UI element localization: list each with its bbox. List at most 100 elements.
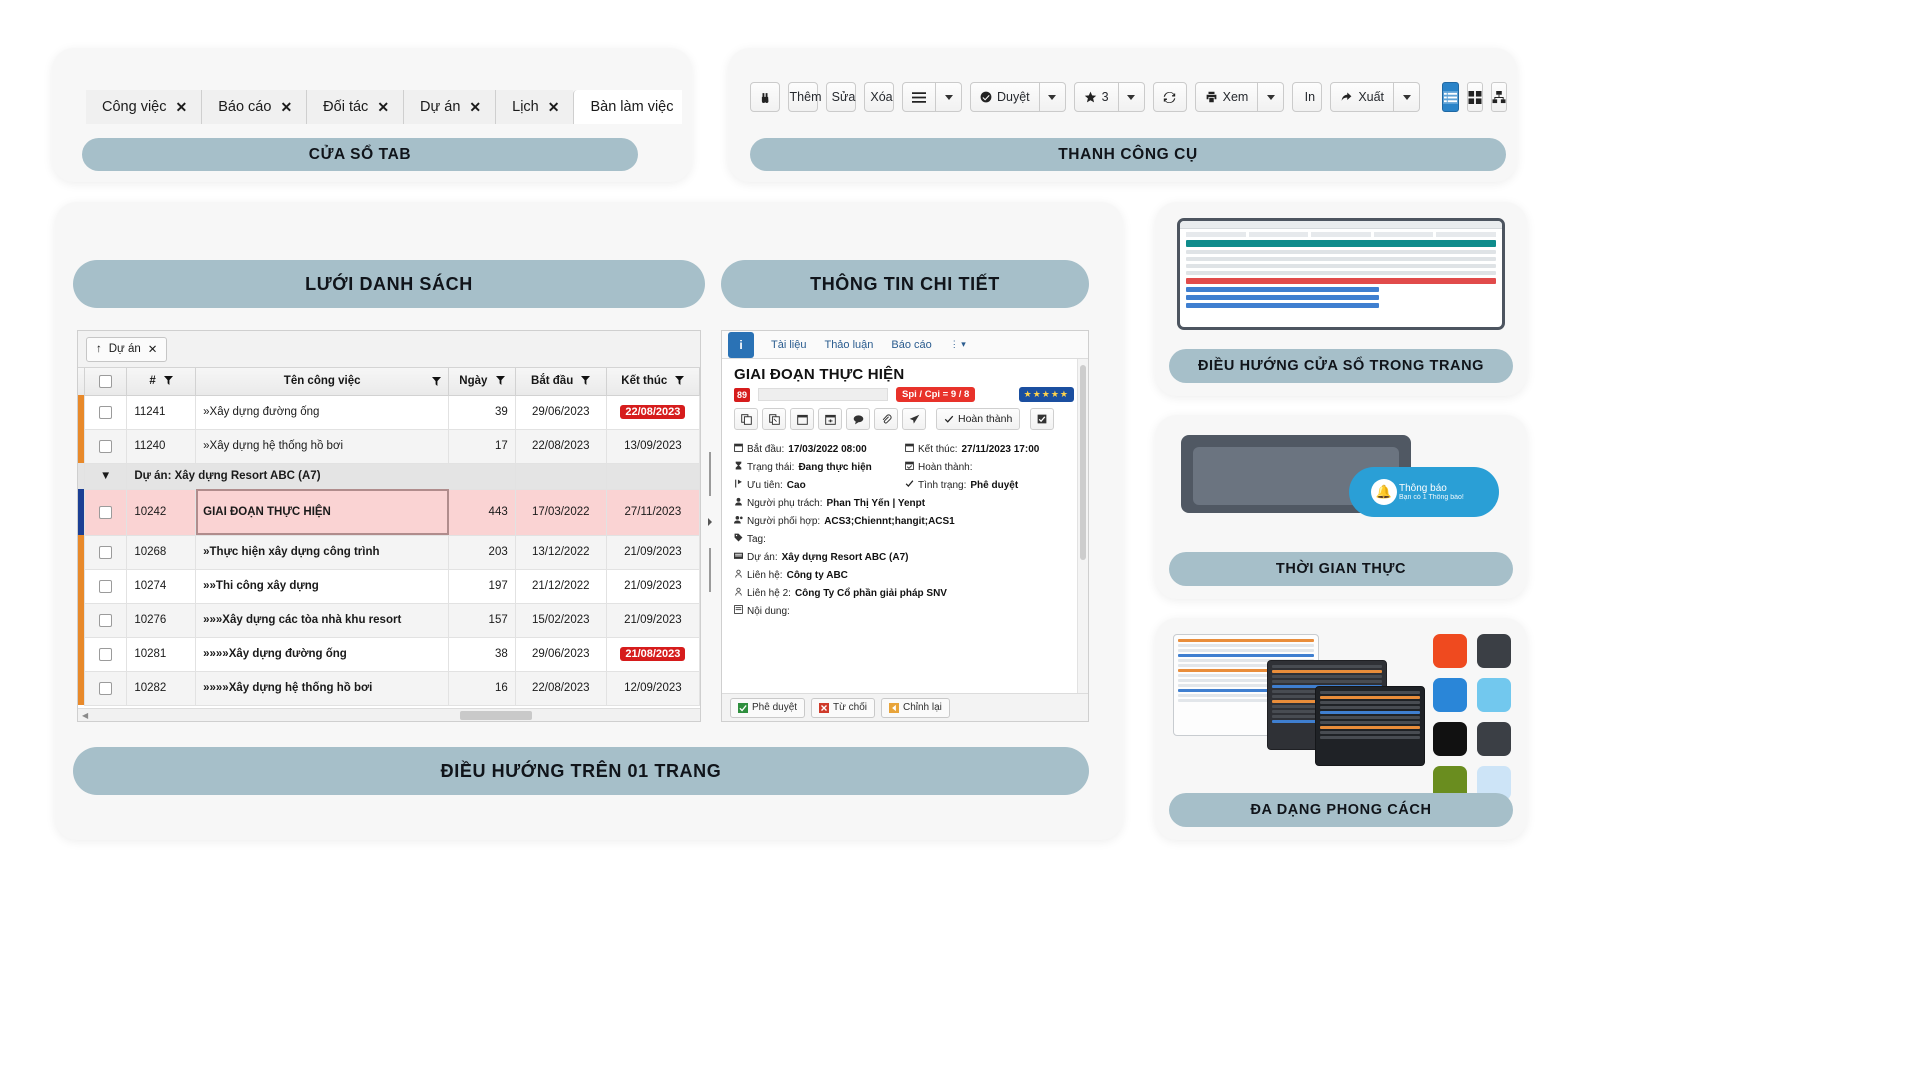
tab-lich[interactable]: Lịch ✕ — [495, 90, 574, 124]
export-dropdown-button[interactable] — [1394, 82, 1421, 112]
table-row[interactable]: 11241 »Xây dựng đường ống 39 29/06/2023 … — [78, 394, 700, 430]
column-header-end[interactable]: Kết thúc — [605, 368, 700, 396]
row-checkbox-cell[interactable] — [84, 394, 128, 430]
swatch-orange[interactable] — [1433, 634, 1467, 668]
tab-bao-cao[interactable]: Báo cáo ✕ — [201, 90, 307, 124]
scroll-left-icon[interactable]: ◀ — [82, 711, 88, 720]
close-icon[interactable]: ✕ — [469, 99, 481, 116]
row-checkbox-cell[interactable] — [84, 568, 128, 604]
close-icon[interactable]: ✕ — [280, 99, 292, 116]
filter-icon[interactable] — [675, 376, 685, 386]
table-row[interactable]: 10242 GIAI ĐOẠN THỰC HIỆN 443 17/03/2022… — [78, 488, 700, 536]
row-checkbox[interactable] — [99, 439, 113, 453]
swatch-blue[interactable] — [1433, 678, 1467, 712]
row-checkbox[interactable] — [99, 405, 113, 419]
table-row[interactable]: 10276 »»»Xây dựng các tòa nhà khu resort… — [78, 602, 700, 638]
star-dropdown-button[interactable] — [1118, 82, 1145, 112]
menu-button[interactable] — [902, 82, 936, 112]
row-checkbox-cell[interactable] — [84, 428, 128, 464]
row-checkbox-cell[interactable] — [84, 670, 128, 706]
delete-button[interactable]: Xóa — [864, 82, 894, 112]
select-all-checkbox[interactable] — [99, 374, 113, 388]
group-expand-cell[interactable]: ▼ — [84, 462, 128, 490]
grid-detail-splitter[interactable] — [707, 452, 713, 592]
row-checkbox-cell[interactable] — [84, 602, 128, 638]
print-button[interactable]: In — [1292, 82, 1323, 112]
approve-button[interactable]: Duyệt — [970, 82, 1040, 112]
copy-icon[interactable] — [734, 408, 758, 430]
table-row[interactable]: 10268 »Thực hiện xây dựng công trình 203… — [78, 534, 700, 570]
row-checkbox[interactable] — [99, 681, 113, 695]
revise-button[interactable]: Chỉnh lại — [880, 697, 950, 718]
swatch-slate[interactable] — [1477, 722, 1511, 756]
table-row[interactable]: 10281 »»»»Xây dựng đường ống 38 29/06/20… — [78, 636, 700, 672]
tab-ban-lam-viec[interactable]: Bàn làm việc ✕ — [573, 90, 682, 124]
approve-dropdown-button[interactable] — [1039, 82, 1066, 112]
export-button[interactable]: Xuất — [1330, 82, 1395, 112]
add-button[interactable]: Thêm — [788, 82, 821, 112]
swatch-black[interactable] — [1433, 722, 1467, 756]
row-checkbox-cell[interactable] — [84, 534, 128, 570]
detail-tab-bao-cao[interactable]: Báo cáo — [882, 331, 940, 358]
column-header-start[interactable]: Bắt đầu — [514, 368, 607, 396]
detail-more-menu[interactable]: ⋮ ▾ — [941, 331, 975, 358]
filter-icon[interactable] — [164, 376, 174, 386]
column-header-name[interactable]: Tên công việc — [195, 368, 450, 396]
chevron-down-icon[interactable]: ▼ — [100, 470, 111, 482]
row-checkbox[interactable] — [99, 505, 113, 519]
filter-icon[interactable] — [432, 377, 442, 386]
list-view-button[interactable] — [1442, 82, 1460, 112]
close-icon[interactable]: ✕ — [548, 99, 560, 116]
group-chip-du-an[interactable]: ↑ Dự án ✕ — [86, 336, 168, 362]
info-icon[interactable]: i — [728, 332, 754, 358]
tab-du-an[interactable]: Dự án ✕ — [403, 90, 496, 124]
filter-icon[interactable] — [581, 376, 591, 386]
binoculars-icon[interactable] — [750, 82, 780, 112]
menu-dropdown-button[interactable] — [936, 82, 962, 112]
scrollbar-thumb[interactable] — [1080, 365, 1086, 560]
complete-button[interactable]: Hoàn thành — [936, 408, 1021, 430]
checkbox-toggle-icon[interactable] — [1030, 408, 1055, 430]
column-header-id[interactable]: # — [126, 368, 197, 396]
detail-scrollbar[interactable] — [1077, 359, 1088, 693]
row-checkbox[interactable] — [99, 545, 113, 559]
tab-doi-tac[interactable]: Đối tác ✕ — [306, 90, 404, 124]
close-icon[interactable]: ✕ — [377, 99, 389, 116]
star-button[interactable]: 3 — [1073, 82, 1119, 112]
scrollbar-thumb[interactable] — [460, 710, 533, 720]
table-row[interactable]: 11240 »Xây dựng hệ thống hồ bơi 17 22/08… — [78, 428, 700, 464]
row-checkbox-cell[interactable] — [84, 636, 128, 672]
calendar-icon[interactable] — [790, 408, 814, 430]
detail-tab-thao-luan[interactable]: Thảo luận — [815, 331, 882, 358]
calendar-add-icon[interactable] — [818, 408, 842, 430]
close-icon[interactable]: ✕ — [175, 99, 187, 116]
refresh-button[interactable] — [1152, 82, 1187, 112]
attachment-icon[interactable] — [874, 408, 898, 430]
table-row[interactable]: 10274 »»Thi công xây dựng 197 21/12/2022… — [78, 568, 700, 604]
edit-button[interactable]: Sửa — [826, 82, 856, 112]
filter-icon[interactable] — [495, 376, 505, 386]
row-checkbox[interactable] — [99, 579, 113, 593]
row-checkbox-cell[interactable] — [84, 488, 128, 536]
send-icon[interactable] — [902, 408, 926, 430]
row-checkbox[interactable] — [99, 613, 113, 627]
notification-bubble[interactable]: 🔔 Thông báo Bạn có 1 Thông báo! — [1349, 467, 1499, 517]
grid-view-button[interactable] — [1467, 82, 1484, 112]
close-icon[interactable]: ✕ — [148, 342, 158, 356]
approve-button[interactable]: Phê duyệt — [730, 697, 806, 718]
view-dropdown-button[interactable] — [1258, 82, 1285, 112]
rating-stars[interactable]: ★★★★★ — [1018, 387, 1074, 402]
row-checkbox[interactable] — [99, 647, 113, 661]
cell-name[interactable]: GIAI ĐOẠN THỰC HIỆN — [195, 488, 450, 536]
column-header-days[interactable]: Ngày — [448, 368, 516, 396]
reject-button[interactable]: Từ chối — [811, 697, 875, 718]
table-row[interactable]: 10282 »»»»Xây dựng hệ thống hồ bơi 16 22… — [78, 670, 700, 706]
select-all-header[interactable] — [84, 368, 128, 396]
tree-view-button[interactable] — [1491, 82, 1508, 112]
detail-tab-tai-lieu[interactable]: Tài liệu — [762, 331, 815, 358]
horizontal-scrollbar[interactable]: ◀ — [78, 708, 700, 721]
view-button[interactable]: Xem — [1194, 82, 1259, 112]
tab-cong-viec[interactable]: Công việc ✕ — [86, 90, 202, 124]
swatch-light-blue[interactable] — [1477, 678, 1511, 712]
duplicate-icon[interactable] — [762, 408, 786, 430]
